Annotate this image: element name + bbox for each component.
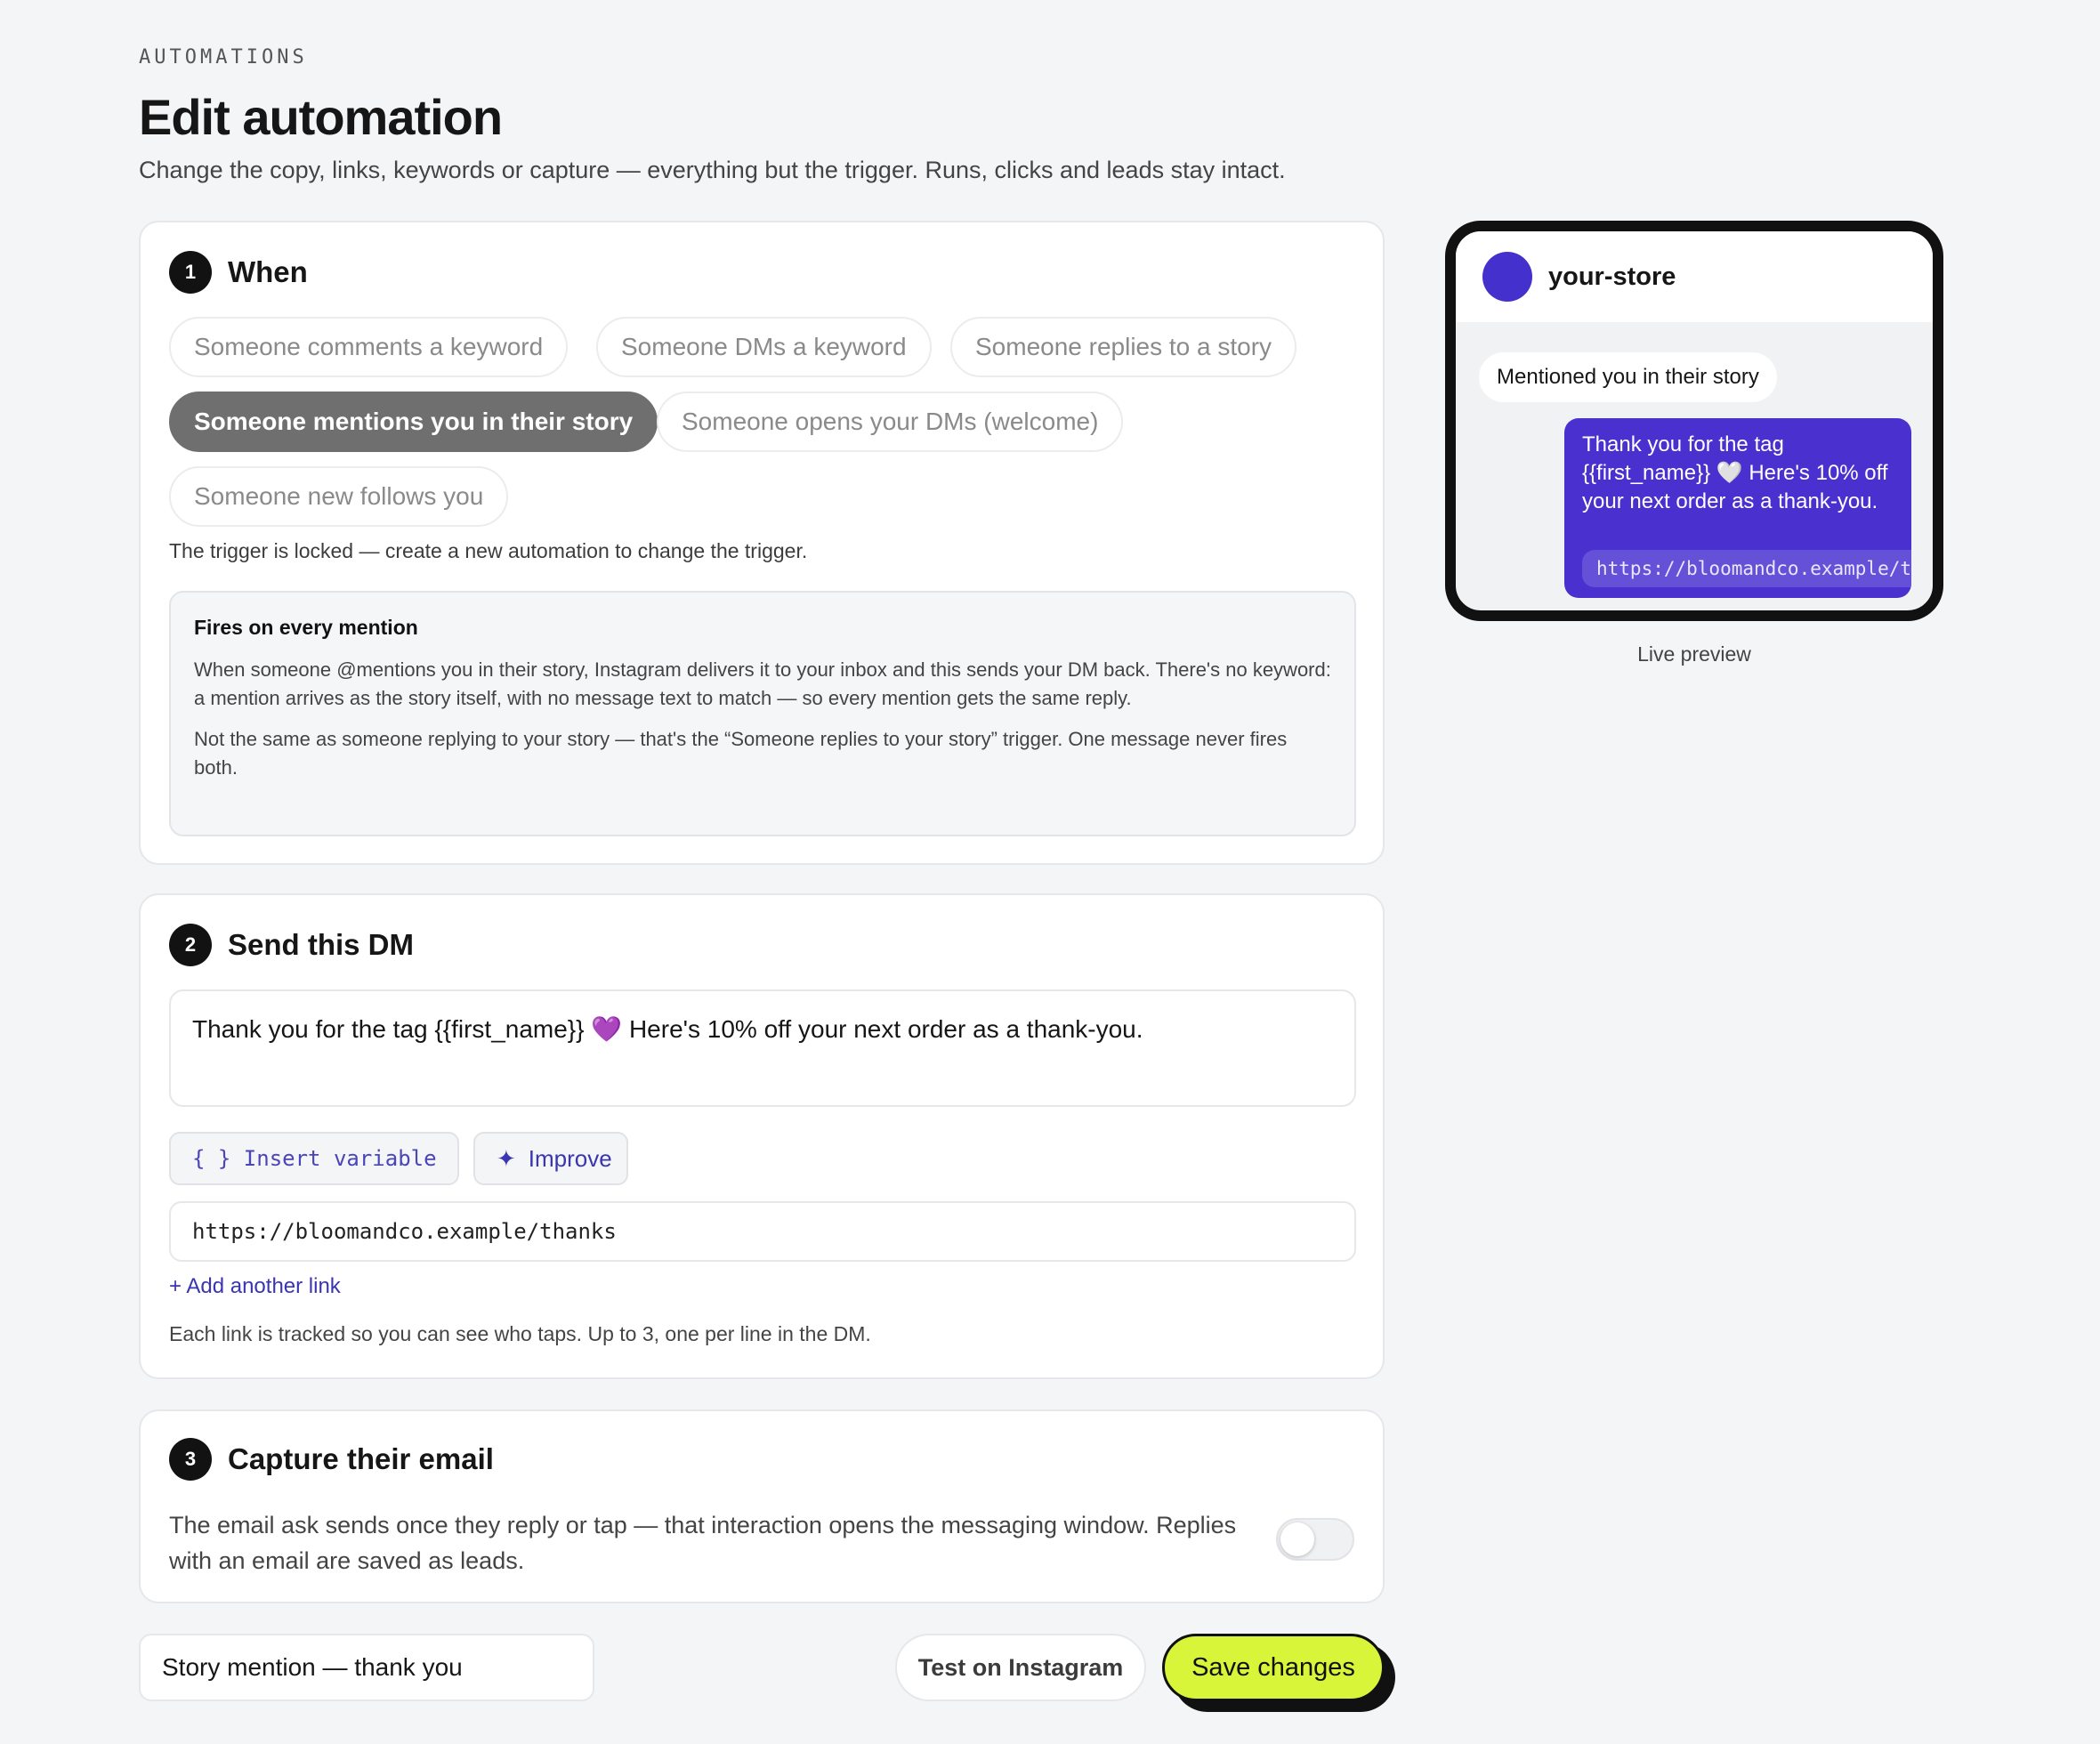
outgoing-bubble: Thank you for the tag {{first_name}} 🤍 H… <box>1564 418 1911 598</box>
send-dm-card: 2 Send this DM Thank you for the tag {{f… <box>139 893 1385 1379</box>
page-header: AUTOMATIONS Edit automation Change the c… <box>139 43 1286 184</box>
when-card: 1 When Someone comments a keyword Someon… <box>139 221 1385 865</box>
info-title: Fires on every mention <box>194 616 418 639</box>
insert-variable-button[interactable]: { } Insert variable <box>169 1132 459 1185</box>
trigger-info-box: Fires on every mention When someone @men… <box>169 591 1356 836</box>
page-title: Edit automation <box>139 89 503 145</box>
page-subtitle: Change the copy, links, keywords or capt… <box>139 157 1286 183</box>
live-preview-label: Live preview <box>1637 642 1751 666</box>
when-header: 1 When <box>169 251 308 294</box>
add-link-button[interactable]: + Add another link <box>169 1274 341 1299</box>
save-changes-button[interactable]: Save changes <box>1162 1634 1385 1701</box>
dm-message-text-rest: Here's 10% off your next order as a than… <box>622 1015 1143 1043</box>
toggle-knob <box>1280 1522 1314 1556</box>
link-note: Each link is tracked so you can see who … <box>169 1322 871 1345</box>
dm-message-text: Thank you for the tag {{first_name}} <box>192 1015 585 1043</box>
trigger-chip-dms-keyword[interactable]: Someone DMs a keyword <box>596 317 932 377</box>
trigger-chip-opens-dms[interactable]: Someone opens your DMs (welcome) <box>657 392 1124 452</box>
capture-email-toggle[interactable] <box>1276 1518 1354 1561</box>
link-input[interactable]: https://bloomandco.example/thanks <box>169 1201 1356 1262</box>
section-title: Capture their email <box>228 1442 494 1475</box>
test-on-instagram-button[interactable]: Test on Instagram <box>895 1634 1146 1701</box>
incoming-bubble: Mentioned you in their story <box>1479 352 1777 402</box>
send-dm-header: 2 Send this DM <box>169 924 414 966</box>
store-name: your-store <box>1548 262 1676 291</box>
heart-icon: 💜 <box>591 1015 623 1043</box>
capture-card: 3 Capture their email The email ask send… <box>139 1409 1385 1603</box>
trigger-chip-replies-story[interactable]: Someone replies to a story <box>950 317 1297 377</box>
breadcrumb: AUTOMATIONS <box>139 46 308 69</box>
automation-name-input[interactable]: Story mention — thank you <box>139 1634 594 1701</box>
capture-description: The email ask sends once they reply or t… <box>169 1512 1237 1574</box>
step-number: 2 <box>169 924 212 966</box>
info-paragraph: When someone @mentions you in their stor… <box>194 658 1331 709</box>
step-number: 1 <box>169 251 212 294</box>
preview-header: your-store <box>1456 231 1933 322</box>
trigger-lock-note: The trigger is locked — create a new aut… <box>169 539 808 562</box>
info-paragraph: Not the same as someone replying to your… <box>194 728 1288 779</box>
trigger-chip-comments-keyword[interactable]: Someone comments a keyword <box>169 317 569 377</box>
phone-preview: your-store Mentioned you in their story … <box>1445 221 1943 621</box>
avatar <box>1482 252 1532 302</box>
section-title: When <box>228 255 308 288</box>
trigger-chip-mentions-story[interactable]: Someone mentions you in their story <box>169 392 658 452</box>
section-title: Send this DM <box>228 928 415 961</box>
improve-label: Improve <box>528 1144 612 1172</box>
improve-button[interactable]: ✦ Improve <box>473 1132 628 1185</box>
trigger-chip-new-follow[interactable]: Someone new follows you <box>169 466 509 527</box>
outgoing-text: Thank you for the tag {{first_name}} 🤍 H… <box>1582 432 1888 513</box>
capture-header: 3 Capture their email <box>169 1438 494 1481</box>
step-number: 3 <box>169 1438 212 1481</box>
sparkle-icon: ✦ <box>497 1144 516 1172</box>
dm-message-input[interactable]: Thank you for the tag {{first_name}} 💜 H… <box>169 989 1356 1107</box>
outgoing-link: https://bloomandco.example/thanks <box>1582 550 1911 587</box>
